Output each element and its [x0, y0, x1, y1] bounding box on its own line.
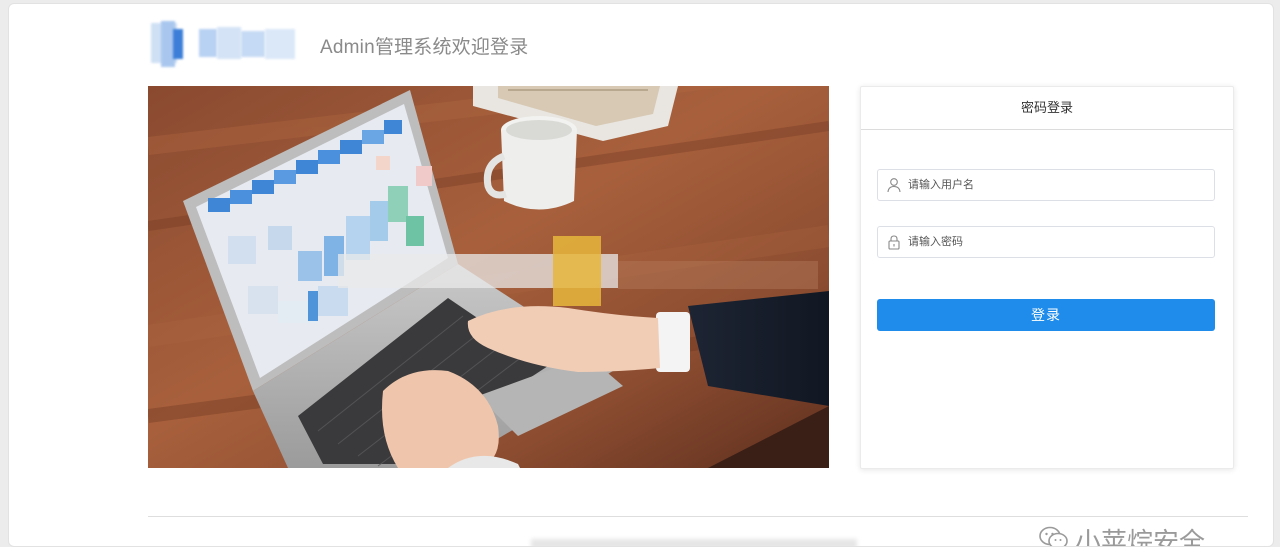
- wechat-icon: [1039, 525, 1069, 547]
- username-input[interactable]: [908, 170, 1208, 200]
- watermark-text: 小苹烷安全: [1075, 522, 1205, 547]
- login-card: 密码登录 登录: [860, 86, 1234, 469]
- password-input[interactable]: [908, 227, 1208, 257]
- user-icon: [886, 177, 902, 193]
- username-field[interactable]: [877, 169, 1215, 201]
- page-title: Admin管理系统欢迎登录: [320, 32, 528, 59]
- login-page: Admin管理系统欢迎登录: [8, 3, 1274, 547]
- lock-icon: [886, 234, 902, 250]
- logo: [147, 17, 307, 69]
- footer-blurred-text: [531, 539, 857, 547]
- password-field[interactable]: [877, 226, 1215, 258]
- hero-image: [148, 86, 829, 468]
- login-button[interactable]: 登录: [877, 299, 1215, 331]
- footer-divider: [148, 516, 1248, 517]
- watermark: 小苹烷安全: [1039, 520, 1205, 547]
- tab-password-login[interactable]: 密码登录: [861, 87, 1233, 130]
